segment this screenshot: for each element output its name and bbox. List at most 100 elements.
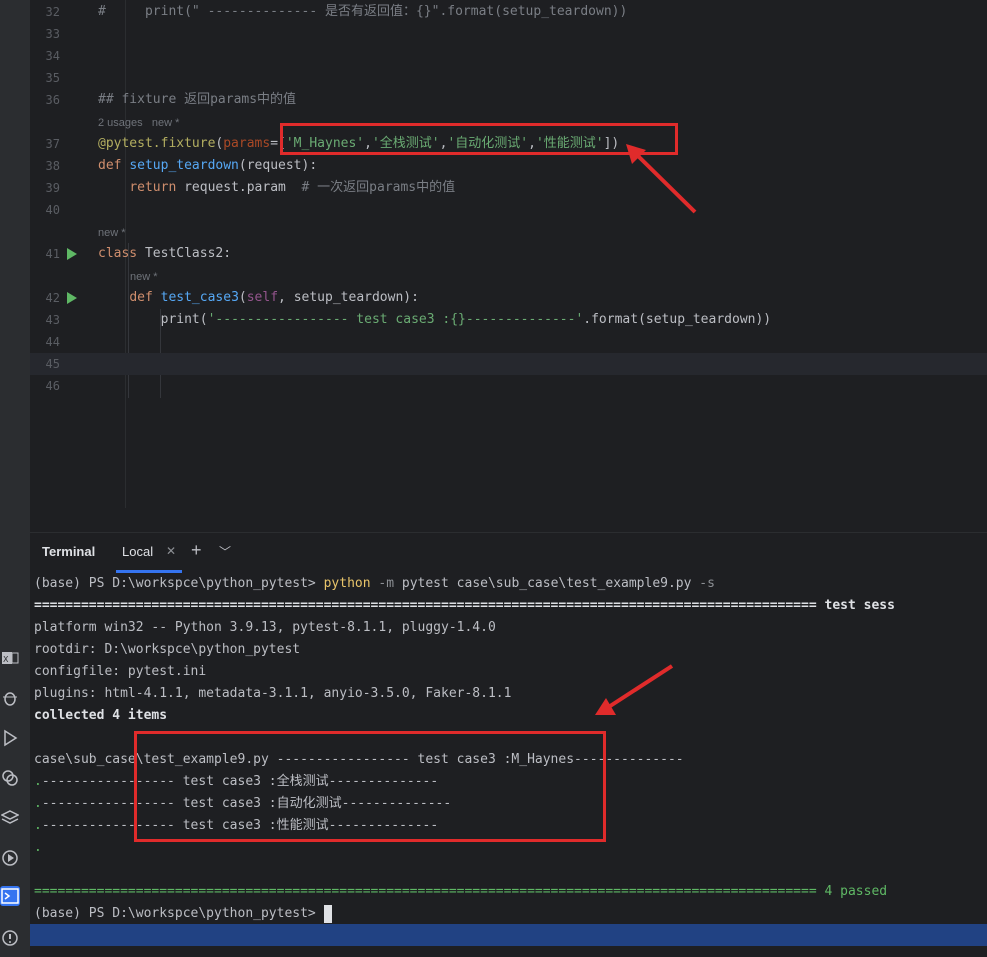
code-token: ( xyxy=(238,290,247,305)
code-line[interactable]: 34 xyxy=(30,45,987,67)
line-number: 35 xyxy=(45,71,60,85)
terminal-token: ========================================… xyxy=(34,884,888,899)
code-line[interactable]: 45 xyxy=(30,353,987,375)
line-number: 45 xyxy=(45,357,60,371)
code-line[interactable]: 38 def setup_teardown(request): xyxy=(30,155,987,177)
code-token: test_case3 xyxy=(160,290,239,305)
add-tab-icon[interactable]: + xyxy=(191,540,202,561)
code-token: return xyxy=(129,180,177,195)
line-number: 44 xyxy=(45,335,60,349)
code-line[interactable]: 44 xyxy=(30,331,987,353)
code-line[interactable]: 41 class TestClass2: xyxy=(30,243,987,265)
terminal-line: ========================================… xyxy=(34,881,887,903)
code-text: print('----------------- test case3 :{}-… xyxy=(98,309,772,331)
code-token: (request): xyxy=(238,158,318,173)
chevron-down-icon[interactable]: ﹀ xyxy=(219,543,231,560)
services-icon[interactable] xyxy=(0,848,20,868)
code-line[interactable]: 33 xyxy=(30,23,987,45)
excel-icon[interactable]: X xyxy=(0,648,20,668)
terminal-token: platform win32 -- Python 3.9.13, pytest-… xyxy=(34,620,496,635)
line-number: 41 xyxy=(45,247,60,261)
terminal-token: . xyxy=(34,796,42,811)
terminal-token: . xyxy=(34,818,42,833)
terminal-line: (base) PS D:\workspce\python_pytest> pyt… xyxy=(34,573,715,595)
debug-icon[interactable] xyxy=(0,688,20,708)
terminal-token: -m xyxy=(370,576,402,591)
code-token: def xyxy=(129,290,161,305)
code-token: .format(setup_teardown)) xyxy=(583,312,772,327)
svg-text:X: X xyxy=(3,655,9,664)
code-text: # print(" -------------- 是否有返回值：{}".form… xyxy=(98,1,627,23)
terminal-token: plugins: html-4.1.1, metadata-3.1.1, any… xyxy=(34,686,512,701)
line-number: 40 xyxy=(45,203,60,217)
terminal-icon[interactable] xyxy=(0,886,20,906)
terminal-token: . xyxy=(34,840,42,855)
code-text: return request.param # 一次返回params中的值 xyxy=(98,177,455,199)
terminal-cursor[interactable] xyxy=(323,904,332,923)
annotation-arrow-output xyxy=(595,664,674,715)
terminal-token: configfile: pytest.ini xyxy=(34,664,207,679)
terminal-line: platform win32 -- Python 3.9.13, pytest-… xyxy=(34,617,496,639)
annotation-arrow-params xyxy=(626,144,697,214)
terminal-title: Terminal xyxy=(42,544,96,559)
code-line[interactable]: 46 xyxy=(30,375,987,397)
code-token: class xyxy=(98,246,145,261)
tab-local[interactable]: Local xyxy=(122,544,153,559)
python-console-icon[interactable] xyxy=(0,768,20,788)
code-line[interactable]: 35 xyxy=(30,67,987,89)
line-number: 36 xyxy=(45,93,60,107)
code-token: self xyxy=(246,290,279,305)
code-line[interactable]: 39 return request.param # 一次返回params中的值 xyxy=(30,177,987,199)
terminal-line: . xyxy=(34,837,42,859)
new-hint[interactable]: new * xyxy=(98,222,126,244)
tool-strip: X xyxy=(0,0,30,957)
terminal-token: python xyxy=(323,576,371,591)
code-token: , setup_teardown): xyxy=(278,290,419,305)
terminal-token: . xyxy=(34,774,42,789)
terminal-token: (base) PS D:\workspce\python_pytest> xyxy=(34,906,324,921)
code-token: # print(" -------------- 是否有返回值：{}".form… xyxy=(98,4,628,19)
terminal-token: (base) PS D:\workspce\python_pytest> xyxy=(34,576,324,591)
terminal-line: ========================================… xyxy=(34,595,895,617)
status-bar xyxy=(30,924,987,946)
line-number: 37 xyxy=(45,137,60,151)
run-test-icon[interactable] xyxy=(67,292,77,304)
line-number: 32 xyxy=(45,5,60,19)
line-number: 39 xyxy=(45,181,60,195)
code-line[interactable]: 32 # print(" -------------- 是否有返回值：{}".fo… xyxy=(30,1,987,23)
new-hint[interactable]: new * xyxy=(130,266,158,288)
close-icon[interactable]: ✕ xyxy=(166,544,176,558)
code-text: def setup_teardown(request): xyxy=(98,155,317,177)
line-number: 38 xyxy=(45,159,60,173)
usages-hint[interactable]: 2 usages new * xyxy=(98,112,179,134)
terminal-token: collected 4 items xyxy=(34,708,168,723)
terminal-line: plugins: html-4.1.1, metadata-3.1.1, any… xyxy=(34,683,511,705)
code-line[interactable]: 42 def test_case3(self, setup_teardown): xyxy=(30,287,987,309)
code-token: # 一次返回params中的值 xyxy=(301,180,456,195)
terminal-line: configfile: pytest.ini xyxy=(34,661,206,683)
code-token: setup_teardown xyxy=(129,158,239,173)
code-token: def xyxy=(98,158,130,173)
code-line[interactable]: 40 xyxy=(30,199,987,221)
line-number: 34 xyxy=(45,49,60,63)
terminal-token: pytest case\sub_case\test_example9.py xyxy=(401,576,700,591)
code-token: @pytest.fixture xyxy=(98,136,216,151)
code-line[interactable]: 36 ## fixture 返回params中的值 xyxy=(30,89,987,111)
line-number: 33 xyxy=(45,27,60,41)
layers-icon[interactable] xyxy=(0,808,20,828)
terminal-line: rootdir: D:\workspce\python_pytest xyxy=(34,639,300,661)
code-editor[interactable]: 32 # print(" -------------- 是否有返回值：{}".fo… xyxy=(30,0,987,508)
run-test-icon[interactable] xyxy=(67,248,77,260)
code-line[interactable]: 43 print('----------------- test case3 :… xyxy=(30,309,987,331)
code-token: request.param xyxy=(176,180,302,195)
code-token: ## fixture 返回params中的值 xyxy=(98,92,297,107)
problems-icon[interactable] xyxy=(0,928,20,948)
terminal-token: rootdir: D:\workspce\python_pytest xyxy=(34,642,301,657)
line-number: 43 xyxy=(45,313,60,327)
run-icon[interactable] xyxy=(0,728,20,748)
terminal-panel[interactable]: Terminal Local ✕ + ﹀ (base) PS D:\worksp… xyxy=(30,532,987,957)
code-text: ## fixture 返回params中的值 xyxy=(98,89,296,111)
